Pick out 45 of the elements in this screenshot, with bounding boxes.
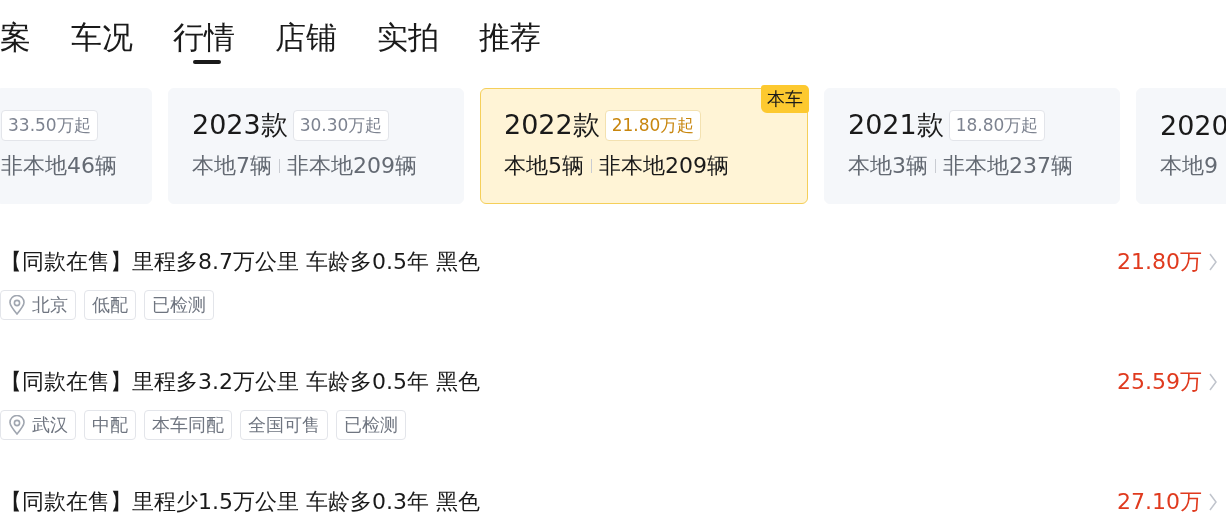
year-card[interactable]: 2022款 21.80万起 本地5辆 非本地209辆 本车: [480, 88, 808, 204]
chevron-right-icon[interactable]: [1208, 372, 1218, 392]
model-year: 2021款: [848, 108, 944, 142]
non-local-count: 非本地209辆: [599, 152, 729, 180]
tab[interactable]: 案: [0, 16, 31, 64]
non-local-count: 非本地46辆: [1, 152, 117, 180]
listing-price: 21.80万: [1117, 248, 1202, 276]
listing-title[interactable]: 【同款在售】里程多3.2万公里 车龄多0.5年 黑色: [0, 367, 1117, 397]
listing-tag: 北京: [0, 290, 76, 320]
starting-price: 18.80万起: [948, 109, 1046, 141]
listing-price: 27.10万: [1117, 488, 1202, 516]
listing-tag: 低配: [84, 290, 136, 320]
listing-price: 25.59万: [1117, 368, 1202, 396]
listing-title[interactable]: 【同款在售】里程少1.5万公里 车龄多0.3年 黑色: [0, 487, 1117, 517]
listing-title[interactable]: 【同款在售】里程多8.7万公里 车龄多0.5年 黑色: [0, 247, 1117, 277]
tab[interactable]: 实拍: [377, 16, 439, 64]
listing-tag: 已检测: [144, 290, 214, 320]
local-count: 本地5辆: [504, 152, 584, 180]
year-card[interactable]: 2023款 30.30万起 本地7辆 非本地209辆: [168, 88, 464, 204]
current-car-badge: 本车: [761, 85, 809, 113]
chevron-right-icon[interactable]: [1208, 252, 1218, 272]
starting-price: 21.80万起: [604, 109, 702, 141]
listing-tag: 已检测: [336, 410, 406, 440]
tab[interactable]: 车况: [71, 16, 133, 64]
location-pin-icon: [8, 295, 26, 315]
local-count: 本地3辆: [848, 152, 928, 180]
non-local-count: 非本地237辆: [943, 152, 1073, 180]
chevron-right-icon[interactable]: [1208, 492, 1218, 512]
listing-tag: 武汉: [0, 410, 76, 440]
local-count: 本地9: [1160, 152, 1218, 180]
tab[interactable]: 店铺: [275, 16, 337, 64]
listing-tag: 本车同配: [144, 410, 232, 440]
year-card[interactable]: 33.50万起 非本地46辆: [0, 88, 152, 204]
starting-price: 33.50万起: [1, 109, 98, 141]
non-local-count: 非本地209辆: [287, 152, 417, 180]
model-year: 2023款: [192, 108, 288, 142]
model-year: 2022款: [504, 108, 600, 142]
starting-price: 30.30万起: [292, 109, 390, 141]
year-card[interactable]: 2021款 18.80万起 本地3辆 非本地237辆: [824, 88, 1120, 204]
tab[interactable]: 行情: [173, 16, 235, 64]
location-pin-icon: [8, 415, 26, 435]
listing-tag: 全国可售: [240, 410, 328, 440]
listing-tag: 中配: [84, 410, 136, 440]
local-count: 本地7辆: [192, 152, 272, 180]
tab[interactable]: 推荐: [479, 16, 541, 64]
